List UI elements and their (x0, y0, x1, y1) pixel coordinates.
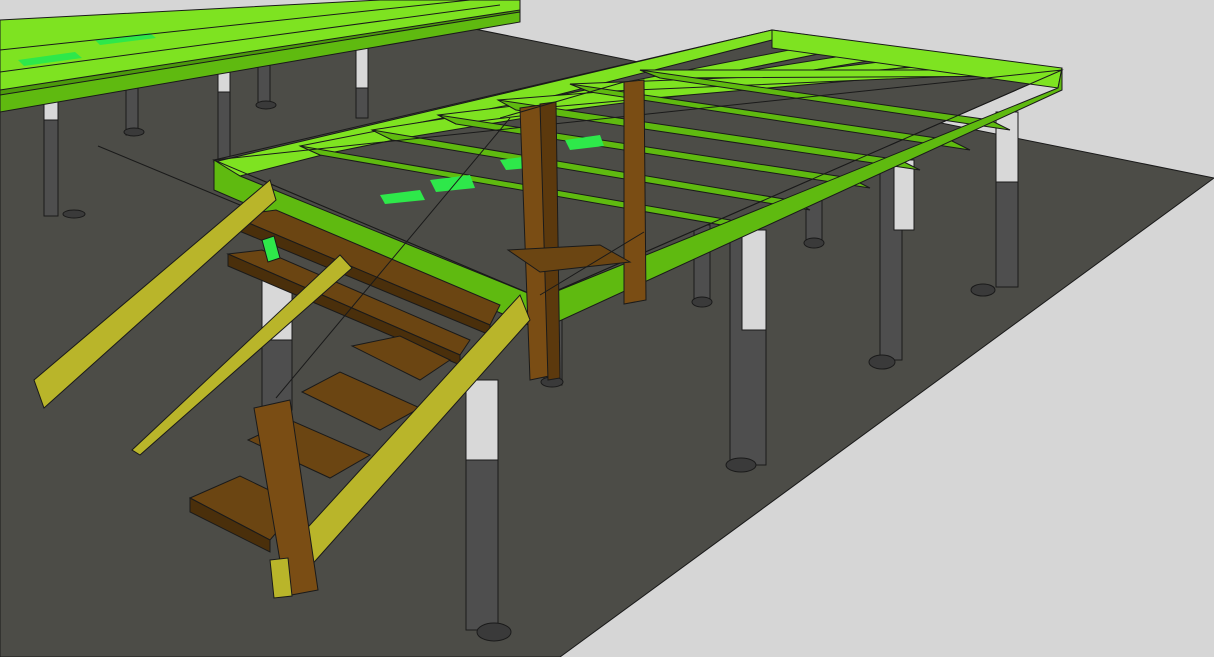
deck-stair-model (0, 0, 1214, 657)
3d-model-viewport[interactable] (0, 0, 1214, 657)
